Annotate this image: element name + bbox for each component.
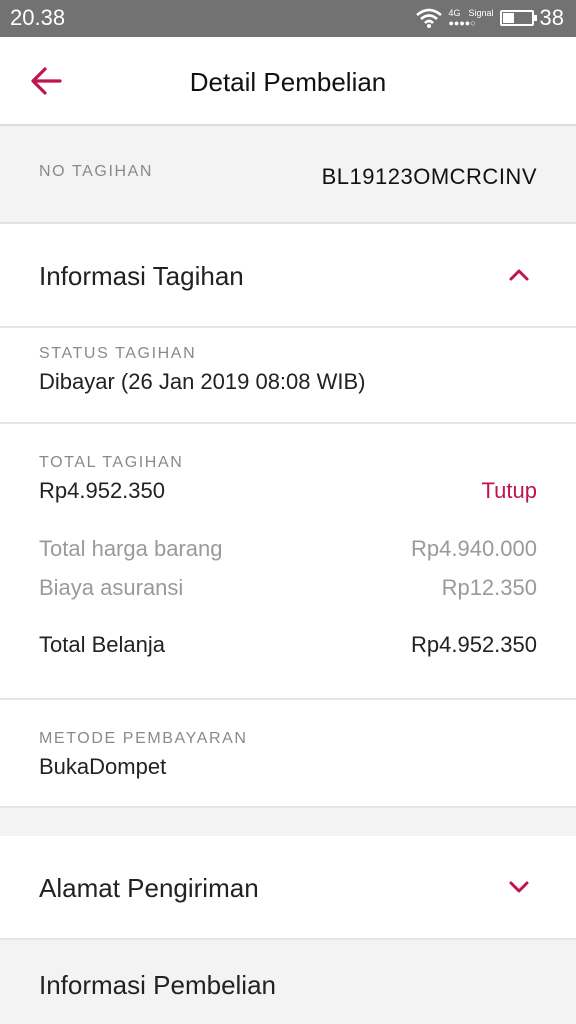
total-tagihan-block: TOTAL TAGIHAN Rp4.952.350 Tutup Total ha…: [0, 424, 576, 700]
payment-method-label: METODE PEMBAYARAN: [39, 730, 248, 747]
status-label: STATUS TAGIHAN: [39, 345, 197, 362]
app-bar: Detail Pembelian: [0, 37, 576, 126]
section-informasi-tagihan[interactable]: Informasi Tagihan: [0, 224, 576, 328]
invoice-label: NO TAGIHAN: [39, 163, 154, 180]
metode-pembayaran-block: METODE PEMBAYARAN BukaDompet: [0, 700, 576, 808]
invoice-number-row: NO TAGIHAN BL19123OMCRCINV: [0, 126, 576, 224]
line-label: Biaya asuransi: [39, 575, 184, 600]
status-icons: 4G Signal ●●●●○ 38: [416, 4, 564, 32]
battery-level: 38: [539, 5, 564, 30]
section-divider: [0, 808, 576, 836]
line-value: Rp12.350: [441, 575, 537, 600]
total-tagihan-label: TOTAL TAGIHAN: [39, 454, 184, 471]
tutup-link[interactable]: Tutup: [482, 478, 537, 504]
payment-method-value: BukaDompet: [39, 754, 167, 779]
network-type: 4G: [448, 8, 461, 18]
section-title: Informasi Pembelian: [39, 970, 276, 1000]
section-alamat-pengiriman[interactable]: Alamat Pengiriman: [0, 836, 576, 940]
total-belanja-value: Rp4.952.350: [411, 632, 537, 657]
invoice-value: BL19123OMCRCINV: [321, 164, 537, 189]
chevron-up-icon[interactable]: [508, 264, 530, 286]
line-label: Total harga barang: [39, 536, 223, 561]
section-title: Alamat Pengiriman: [39, 873, 259, 903]
signal-label: Signal: [468, 8, 494, 18]
battery-icon: [499, 10, 537, 26]
page-title: Detail Pembelian: [189, 67, 387, 97]
signal-dots: ●●●●○: [448, 18, 476, 28]
total-tagihan-value: Rp4.952.350: [39, 478, 165, 503]
line-value: Rp4.940.000: [411, 536, 537, 561]
status-value: Dibayar (26 Jan 2019 08:08 WIB): [39, 369, 366, 394]
chevron-down-icon[interactable]: [508, 876, 530, 898]
battery-fill: [502, 13, 514, 23]
status-bar: 20.38 4G Signal ●●●●○ 38: [0, 0, 576, 37]
status-tagihan-block: STATUS TAGIHAN Dibayar (26 Jan 2019 08:0…: [0, 328, 576, 424]
network-indicator: 4G Signal ●●●●○: [448, 8, 493, 28]
status-time: 20.38: [10, 5, 66, 30]
wifi-icon: [416, 8, 443, 28]
section-informasi-pembelian[interactable]: Informasi Pembelian: [0, 940, 576, 1024]
total-belanja-label: Total Belanja: [39, 632, 165, 657]
section-title: Informasi Tagihan: [39, 261, 244, 291]
